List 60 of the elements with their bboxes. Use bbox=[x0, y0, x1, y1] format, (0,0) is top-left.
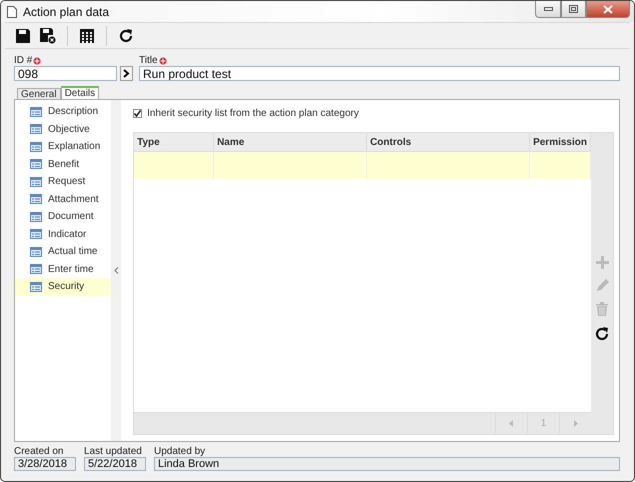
sidebar-item[interactable]: Attachment bbox=[15, 190, 112, 208]
list-icon bbox=[30, 124, 42, 134]
refresh-icon bbox=[118, 28, 134, 44]
list-icon bbox=[30, 194, 42, 204]
text-field[interactable]: 098 bbox=[14, 66, 117, 81]
sidebar-item[interactable]: Actual time bbox=[15, 243, 112, 260]
minimize-button[interactable] bbox=[535, 1, 561, 18]
sidebar-item[interactable]: Enter time bbox=[15, 260, 112, 278]
collapse-icon[interactable] bbox=[114, 267, 119, 274]
field-label: ID # bbox=[14, 55, 32, 66]
list-icon bbox=[30, 282, 42, 292]
sidebar-item[interactable]: Objective bbox=[15, 120, 112, 138]
window-title: Action plan data bbox=[23, 4, 110, 18]
sidebar-item[interactable]: Benefit bbox=[15, 156, 112, 173]
text-field[interactable]: 5/22/2018 bbox=[84, 457, 146, 471]
field-label: Title bbox=[139, 55, 158, 66]
list-icon bbox=[30, 212, 42, 222]
save-icon bbox=[15, 28, 31, 44]
field-label: Updated by bbox=[154, 446, 206, 457]
text-field[interactable]: 3/28/2018 bbox=[14, 457, 76, 471]
list-icon bbox=[30, 106, 42, 117]
save-close-icon bbox=[39, 27, 56, 44]
tab[interactable]: Details bbox=[60, 86, 100, 99]
field-label: Created on bbox=[14, 446, 64, 457]
checkbox[interactable] bbox=[133, 108, 142, 118]
save-close-button[interactable] bbox=[37, 25, 58, 46]
chevron-icon bbox=[123, 69, 130, 78]
go-button[interactable] bbox=[120, 66, 133, 81]
close-button[interactable] bbox=[586, 1, 630, 18]
list-icon bbox=[30, 142, 42, 152]
list-icon bbox=[30, 159, 42, 170]
grid-icon bbox=[79, 28, 95, 44]
checkbox-label: Inherit security list from the action plan category bbox=[147, 108, 359, 118]
close-icon bbox=[603, 4, 613, 14]
maximize-icon bbox=[569, 5, 578, 13]
sidebar-item[interactable]: Description bbox=[15, 103, 112, 120]
text-field[interactable]: Linda Brown bbox=[154, 457, 620, 471]
required-icon bbox=[158, 56, 167, 64]
required-icon bbox=[33, 56, 42, 64]
refresh-icon bbox=[594, 326, 610, 342]
sidebar-item[interactable]: Document bbox=[15, 208, 112, 226]
sidebar-item[interactable]: Security bbox=[15, 278, 112, 296]
list-icon bbox=[30, 264, 42, 274]
list-icon bbox=[30, 176, 42, 187]
right-arrow-icon bbox=[573, 420, 578, 427]
tab[interactable]: General bbox=[17, 88, 61, 99]
document-icon bbox=[7, 6, 17, 18]
trash-icon bbox=[596, 302, 608, 316]
sidebar-item[interactable]: Indicator bbox=[15, 226, 112, 243]
pencil-icon bbox=[596, 279, 608, 292]
maximize-button[interactable] bbox=[561, 1, 586, 18]
plus-icon bbox=[596, 256, 608, 269]
sidebar-item[interactable]: Explanation bbox=[15, 138, 112, 156]
minimize-icon bbox=[544, 7, 552, 11]
field-label: Last updated bbox=[84, 446, 142, 457]
text-field[interactable]: Run product test bbox=[139, 66, 620, 81]
list-icon bbox=[30, 246, 42, 257]
sidebar-item[interactable]: Request bbox=[15, 173, 112, 190]
list-icon bbox=[30, 229, 42, 240]
left-arrow-icon bbox=[509, 420, 514, 427]
